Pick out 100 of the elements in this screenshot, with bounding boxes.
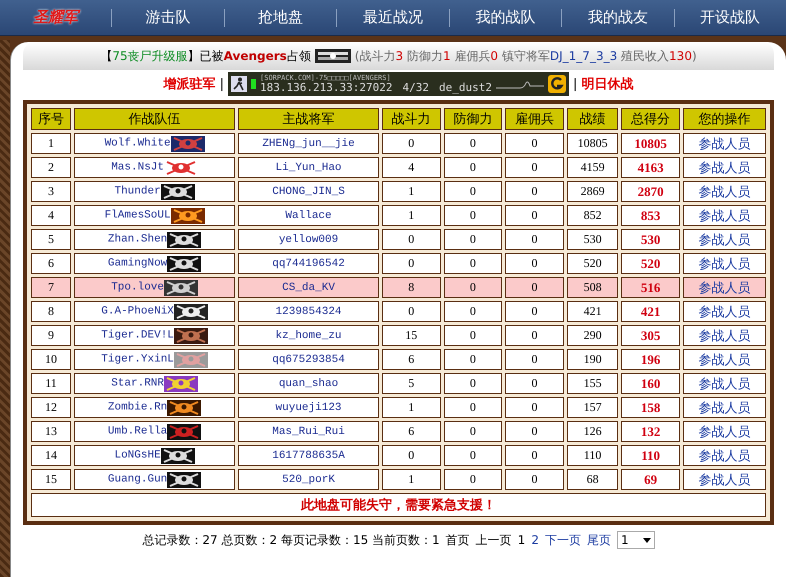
table-cell: 0 — [444, 205, 502, 226]
status-led-icon — [251, 79, 256, 89]
table-cell: 1 — [382, 205, 441, 226]
table-cell: 520 — [621, 253, 680, 274]
column-header: 雇佣兵 — [505, 108, 564, 130]
team-link[interactable]: Star.RNR — [111, 378, 164, 390]
column-header: 战斗力 — [382, 108, 441, 130]
page-link[interactable]: 尾页 — [586, 532, 611, 548]
nav-tab[interactable]: 我的战队 — [450, 8, 562, 27]
table-cell: 0 — [505, 349, 564, 370]
team-link[interactable]: Tpo.love — [111, 282, 164, 294]
page-select[interactable]: 1 — [616, 531, 655, 549]
team-link[interactable]: Wolf.White — [104, 138, 171, 150]
truce-link[interactable]: 明日休战 — [581, 75, 634, 93]
caret-icon — [642, 538, 651, 542]
table-cell: 0 — [382, 229, 441, 250]
members-link[interactable]: 参战人员 — [698, 208, 750, 224]
table-cell: 0 — [505, 397, 564, 418]
table-cell: 0 — [444, 445, 502, 466]
table-cell: 520_porK — [238, 469, 379, 490]
table-cell: 853 — [621, 205, 680, 226]
table-cell: wuyueji123 — [238, 397, 379, 418]
nav-tab[interactable]: 开设战队 — [674, 8, 786, 27]
table-cell: yellow009 — [238, 229, 379, 250]
table-cell: 852 — [566, 205, 618, 226]
members-link[interactable]: 参战人员 — [698, 376, 750, 392]
team-link[interactable]: LoNGsHE — [114, 450, 161, 462]
table-cell: 6 — [31, 253, 72, 274]
team-link[interactable]: FlAmesSoUL — [104, 210, 171, 222]
members-link[interactable]: 参战人员 — [698, 472, 750, 488]
table-cell: kz_home_zu — [238, 325, 379, 346]
table-cell: 0 — [444, 373, 502, 394]
table-cell: 3 — [31, 181, 72, 202]
table-cell: 4 — [31, 205, 72, 226]
table-cell: 421 — [566, 301, 618, 322]
members-link[interactable]: 参战人员 — [698, 280, 750, 296]
team-link[interactable]: Tiger.YxinL — [101, 354, 174, 366]
table-cell: 0 — [505, 181, 564, 202]
table-cell: 0 — [444, 349, 502, 370]
table-cell: 0 — [444, 421, 502, 442]
table-cell: 0 — [505, 421, 564, 442]
table-cell: 290 — [566, 325, 618, 346]
table-cell: 68 — [566, 469, 618, 490]
table-cell: 11 — [31, 373, 72, 394]
table-cell: 0 — [382, 133, 441, 154]
table-cell: 2 — [31, 157, 72, 178]
team-link[interactable]: Umb.Rella — [108, 426, 168, 438]
nav-tab[interactable]: 最近战况 — [337, 8, 449, 27]
table-cell: 132 — [621, 421, 680, 442]
members-link[interactable]: 参战人员 — [698, 232, 750, 248]
page-link[interactable]: 2 — [531, 533, 539, 547]
nav-tab[interactable]: 我的战友 — [562, 8, 674, 27]
column-header: 总得分 — [621, 108, 680, 130]
team-link[interactable]: Guang.Gun — [108, 474, 168, 486]
table-cell: 8 — [382, 277, 441, 298]
members-link[interactable]: 参战人员 — [698, 136, 750, 152]
page-link[interactable]: 下一页 — [544, 532, 581, 548]
members-link[interactable]: 参战人员 — [698, 448, 750, 464]
table-cell: 0 — [505, 133, 564, 154]
reinforce-link[interactable]: 增派驻军 — [164, 75, 216, 93]
table-cell: 2869 — [566, 181, 618, 202]
table-cell: 8 — [31, 301, 72, 322]
members-link[interactable]: 参战人员 — [698, 184, 750, 200]
members-link[interactable]: 参战人员 — [698, 256, 750, 272]
members-link[interactable]: 参战人员 — [698, 424, 750, 440]
members-link[interactable]: 参战人员 — [698, 400, 750, 416]
table-cell: 4159 — [566, 157, 618, 178]
table-cell: 15 — [31, 469, 72, 490]
team-link[interactable]: Thunder — [114, 186, 161, 198]
player-count: 4/32 — [402, 82, 429, 93]
table-cell: 0 — [505, 253, 564, 274]
team-link[interactable]: Tiger.DEV!L — [101, 330, 174, 342]
table-cell: 155 — [566, 373, 618, 394]
table-cell: 157 — [566, 397, 618, 418]
team-link[interactable]: Zombie.Rn — [108, 402, 168, 414]
column-header: 防御力 — [444, 108, 502, 130]
members-link[interactable]: 参战人员 — [698, 328, 750, 344]
members-link[interactable]: 参战人员 — [698, 352, 750, 368]
members-link[interactable]: 参战人员 — [698, 160, 750, 176]
members-link[interactable]: 参战人员 — [698, 304, 750, 320]
warning-message: 此地盘可能失守，需要紧急支援！ — [31, 493, 766, 517]
table-cell: 516 — [621, 277, 680, 298]
nav-tab[interactable]: 游击队 — [112, 8, 224, 27]
table-cell: 10 — [31, 349, 72, 370]
nav-tab[interactable]: 抢地盘 — [224, 8, 336, 27]
table-cell: 520 — [566, 253, 618, 274]
team-link[interactable]: Zhan.Shen — [108, 234, 168, 246]
table-cell: CHONG_JIN_S — [238, 181, 379, 202]
table-cell: 1 — [382, 181, 441, 202]
logo-icon — [548, 75, 566, 93]
table-cell: 0 — [505, 301, 564, 322]
team-link[interactable]: GamingNow — [108, 258, 168, 270]
team-link[interactable]: Mas.NsJt — [111, 162, 164, 174]
table-cell: 305 — [621, 325, 680, 346]
separator-text: | — [220, 76, 224, 92]
table-cell: Wallace — [238, 205, 379, 226]
table-cell: 1 — [382, 469, 441, 490]
table-cell: 158 — [621, 397, 680, 418]
table-cell: 0 — [444, 469, 502, 490]
team-link[interactable]: G.A-PhoeNiX — [101, 306, 174, 318]
